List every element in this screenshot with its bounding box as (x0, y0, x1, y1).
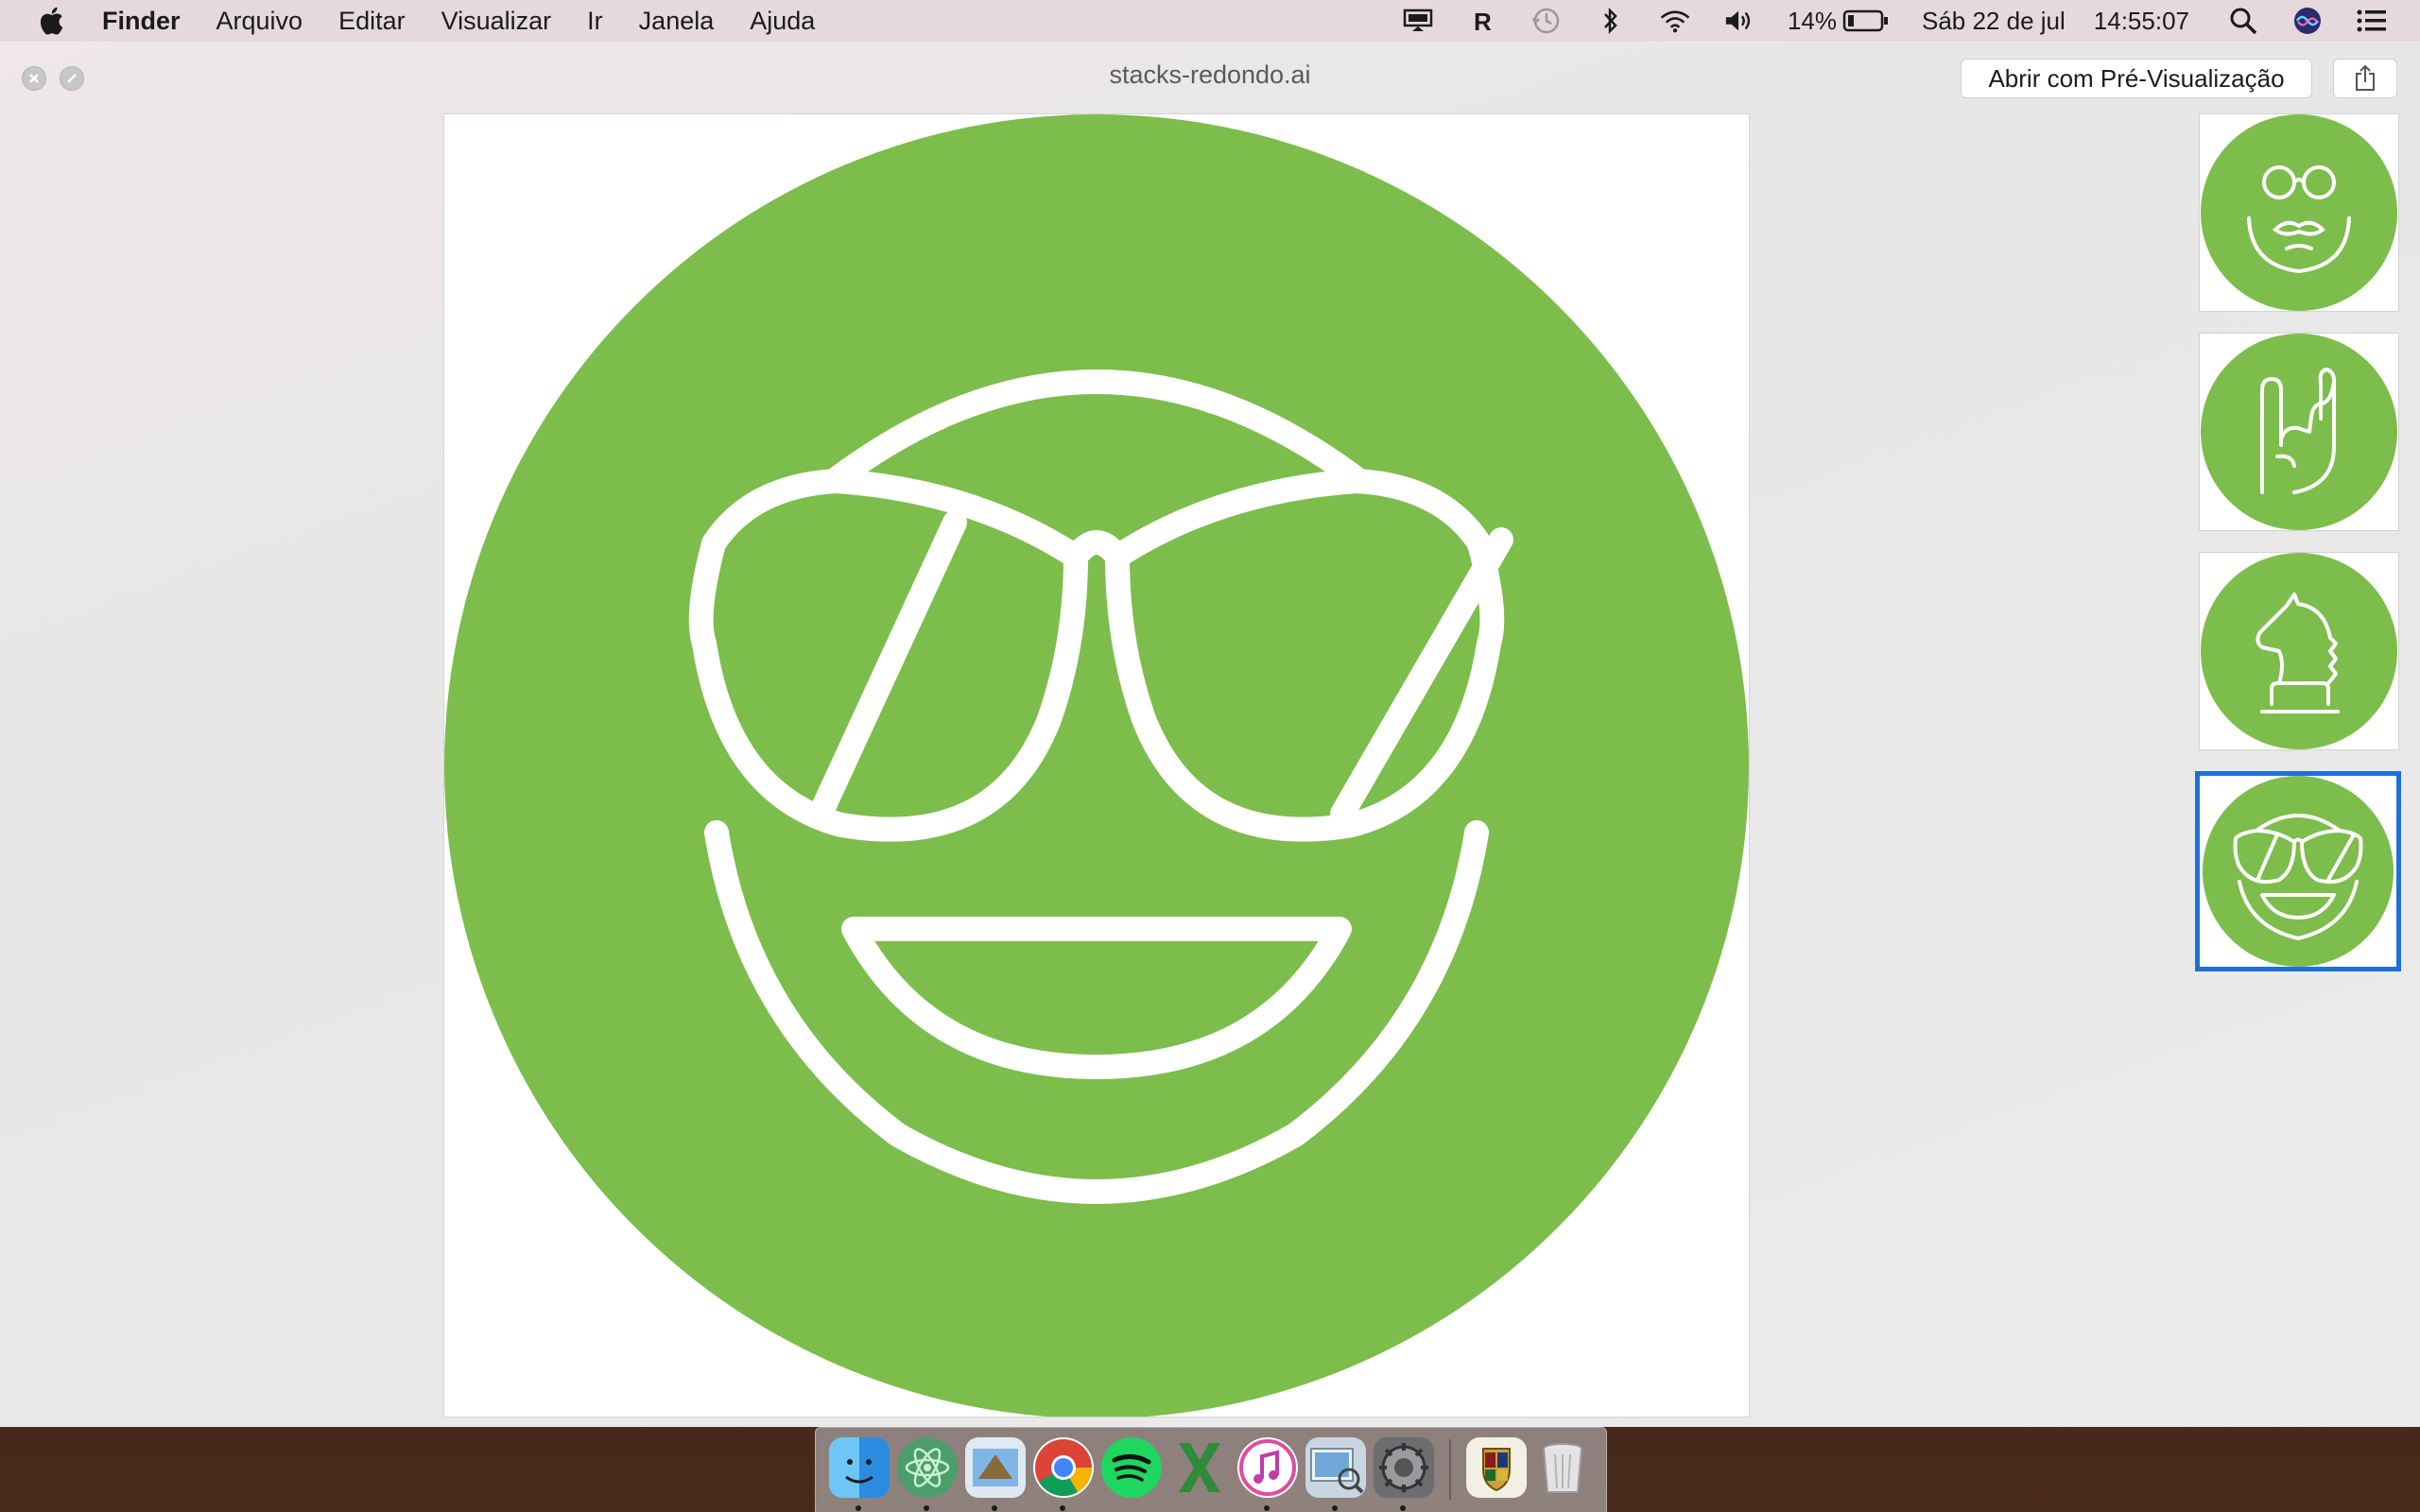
menu-visualizar[interactable]: Visualizar (441, 7, 552, 36)
dock-mail[interactable] (965, 1437, 1026, 1498)
sunglasses-smiley-icon (444, 114, 1749, 1418)
dock (815, 1427, 1607, 1512)
finder-icon (845, 1459, 873, 1484)
notification-center-icon[interactable] (2356, 5, 2388, 37)
open-with-preview-button[interactable]: Abrir com Pré-Visualização (1961, 59, 2312, 98)
menu-ir[interactable]: Ir (587, 7, 603, 36)
menu-bar: Finder Arquivo Editar Visualizar Ir Jane… (0, 0, 2420, 42)
dock-atom[interactable] (897, 1437, 958, 1498)
dock-finder[interactable] (829, 1437, 890, 1498)
r-icon[interactable]: R (1466, 5, 1498, 37)
menu-ajuda[interactable]: Ajuda (750, 7, 815, 36)
running-indicator (1060, 1505, 1065, 1511)
dock-trash[interactable] (1532, 1437, 1593, 1498)
trash-icon (1543, 1443, 1582, 1493)
svg-text:R: R (1474, 8, 1492, 34)
chess-knight-icon (2201, 553, 2397, 749)
volume-icon[interactable] (1723, 5, 1755, 37)
clock-date[interactable]: Sáb 22 de jul (1922, 7, 2066, 36)
menu-editar[interactable]: Editar (338, 7, 406, 36)
running-indicator (924, 1505, 929, 1511)
preview-icon (1310, 1448, 1364, 1494)
menu-app-finder[interactable]: Finder (102, 7, 181, 36)
dock-hogwarts-folder[interactable] (1466, 1437, 1527, 1498)
thumbnail-3[interactable] (2199, 552, 2399, 750)
quick-look-window: stacks-redondo.ai Abrir com Pré-Visualiz… (0, 42, 2420, 1427)
wifi-icon[interactable] (1659, 5, 1691, 37)
thumbnail-4-selected[interactable] (2195, 771, 2401, 971)
battery-icon[interactable] (1842, 5, 1890, 37)
crest-icon (1482, 1448, 1511, 1492)
status-area: R 14% Sáb 22 de jul 14:55:07 (1402, 0, 2420, 42)
running-indicator (1400, 1505, 1406, 1511)
time-machine-icon[interactable] (1530, 5, 1563, 37)
running-indicator (856, 1505, 861, 1511)
dock-itunes[interactable] (1237, 1437, 1298, 1498)
display-icon[interactable] (1402, 5, 1434, 37)
running-indicator (1264, 1505, 1270, 1511)
gear-icon (1379, 1443, 1428, 1492)
menu-janela[interactable]: Janela (639, 7, 715, 36)
rock-hand-icon (2201, 334, 2397, 530)
dock-excel[interactable] (1169, 1437, 1230, 1498)
preview-canvas (443, 113, 1750, 1418)
chrome-icon (1035, 1439, 1092, 1497)
itunes-icon (1239, 1439, 1296, 1496)
clock-time[interactable]: 14:55:07 (2094, 7, 2189, 36)
excel-icon (1179, 1443, 1220, 1492)
apple-menu-icon[interactable] (36, 4, 70, 38)
thumbnail-1[interactable] (2199, 113, 2399, 312)
share-button[interactable] (2333, 59, 2397, 98)
thumbnail-2[interactable] (2199, 333, 2399, 531)
mustache-glasses-face-icon (2201, 114, 2397, 311)
dock-separator (1449, 1439, 1451, 1500)
dock-chrome[interactable] (1033, 1437, 1094, 1498)
battery-percent: 14% (1787, 6, 1837, 35)
dock-system-preferences[interactable] (1374, 1437, 1434, 1498)
running-indicator (992, 1505, 997, 1511)
dock-spotify[interactable] (1101, 1437, 1162, 1498)
bluetooth-icon[interactable] (1595, 5, 1627, 37)
title-bar: stacks-redondo.ai Abrir com Pré-Visualiz… (0, 42, 2420, 112)
atom-icon (905, 1448, 950, 1487)
menu-arquivo[interactable]: Arquivo (216, 7, 303, 36)
sunglasses-smiley-icon (2203, 776, 2394, 967)
mail-icon (973, 1449, 1018, 1486)
share-icon (2356, 64, 2375, 91)
spotify-icon (1112, 1454, 1151, 1482)
siri-icon[interactable] (2291, 5, 2324, 37)
running-indicator (1332, 1505, 1338, 1511)
spotlight-icon[interactable] (2227, 5, 2259, 37)
dock-preview[interactable] (1305, 1437, 1366, 1498)
